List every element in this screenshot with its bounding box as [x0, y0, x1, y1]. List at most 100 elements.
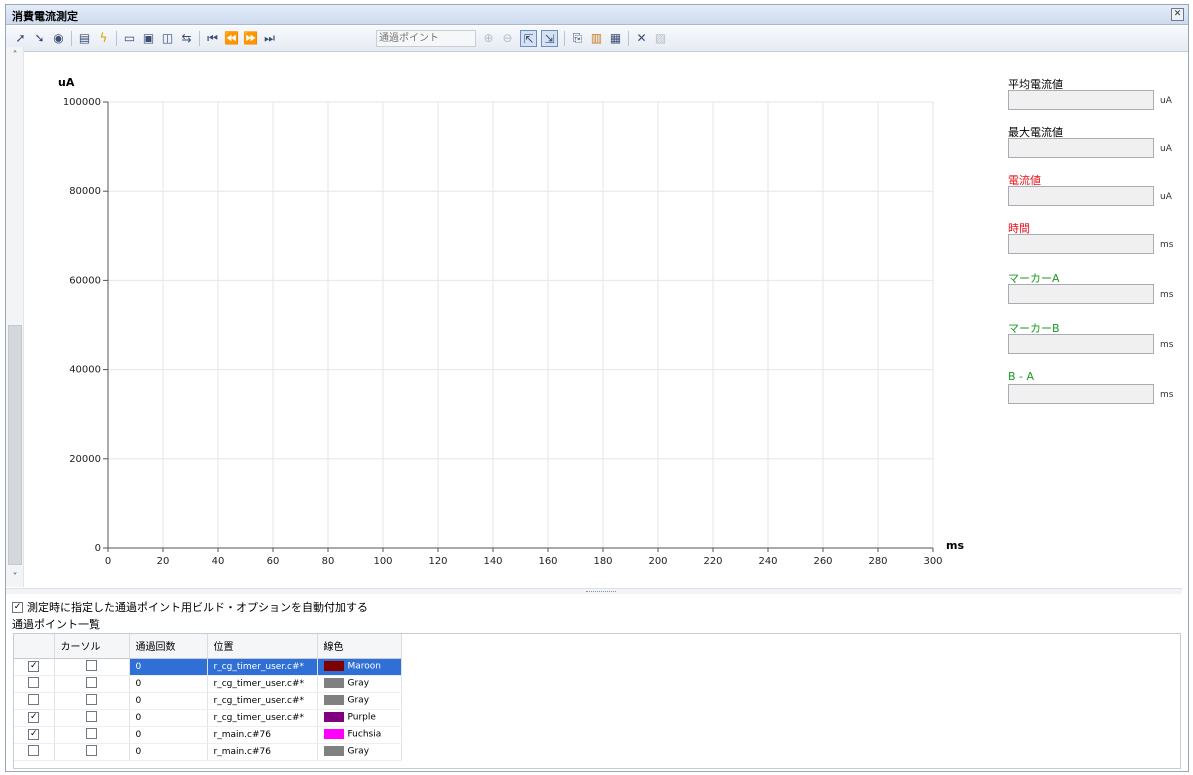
- cursor-checkbox[interactable]: [86, 744, 97, 756]
- record-icon[interactable]: ◉: [50, 30, 67, 47]
- avg-current-value: [1008, 90, 1154, 110]
- col-cursor-header[interactable]: カーソル: [54, 634, 130, 659]
- vertical-scrollbar[interactable]: ˄ ˅: [6, 47, 24, 587]
- zoom-out-icon[interactable]: ⊖: [499, 30, 516, 47]
- cursor-cell[interactable]: [54, 743, 130, 761]
- next-icon[interactable]: ⏩: [242, 30, 259, 47]
- table-row[interactable]: ✓ 0 r_cg_timer_user.c#* Purple: [14, 709, 402, 727]
- auto-add-label: 測定時に指定した通過ポイント用ビルド・オプションを自動付加する: [27, 601, 368, 614]
- position-cell: r_cg_timer_user.c#*: [207, 675, 318, 693]
- col-color-header[interactable]: 線色: [317, 634, 402, 659]
- color-cell[interactable]: Maroon: [317, 658, 402, 676]
- view2-icon[interactable]: ▣: [140, 30, 157, 47]
- last-icon[interactable]: ⏭: [261, 30, 278, 47]
- auto-add-option[interactable]: ✓ 測定時に指定した通過ポイント用ビルド・オプションを自動付加する: [12, 599, 368, 615]
- horizontal-splitter[interactable]: [6, 588, 1182, 594]
- y-tick-label: 20000: [69, 454, 101, 465]
- scroll-thumb[interactable]: [8, 325, 22, 565]
- x-tick-label: 20: [157, 556, 170, 567]
- prev-icon[interactable]: ⏪: [223, 30, 240, 47]
- clear-icon[interactable]: ✕: [633, 30, 650, 47]
- close-icon[interactable]: ✕: [1171, 8, 1184, 21]
- b-minus-a-unit: ms: [1160, 390, 1174, 400]
- enabled-checkbox[interactable]: ✓: [28, 661, 40, 672]
- color-name: Fuchsia: [347, 729, 382, 740]
- splitter-grip[interactable]: [586, 591, 616, 593]
- scroll-up-icon[interactable]: ˄: [6, 49, 24, 63]
- color-cell[interactable]: Fuchsia: [317, 726, 402, 744]
- cursor-cell[interactable]: [54, 692, 130, 710]
- color-cell[interactable]: Gray: [317, 675, 402, 693]
- cursor-icon[interactable]: ⇲: [541, 30, 558, 47]
- cursor-cell[interactable]: [54, 658, 130, 676]
- auto-add-checkbox[interactable]: ✓: [12, 601, 23, 613]
- zoom-in-icon[interactable]: ⊕: [480, 30, 497, 47]
- pass-points-title: 通過ポイント一覧: [12, 618, 100, 631]
- copy-icon[interactable]: ⎘: [569, 30, 586, 47]
- x-tick-label: 100: [373, 556, 392, 567]
- x-tick-label: 60: [267, 556, 280, 567]
- enabled-cell[interactable]: ✓: [14, 726, 55, 744]
- col-enabled-header[interactable]: [14, 634, 55, 659]
- enabled-checkbox[interactable]: [28, 693, 40, 705]
- run-icon[interactable]: ➚: [12, 30, 29, 47]
- time-unit: ms: [1160, 240, 1174, 250]
- stop-icon[interactable]: ➘: [31, 30, 48, 47]
- x-tick-label: 160: [538, 556, 557, 567]
- position-cell: r_cg_timer_user.c#*: [207, 658, 318, 676]
- enabled-cell[interactable]: [14, 692, 55, 710]
- table-row[interactable]: ✓ 0 r_main.c#76 Fuchsia: [14, 726, 402, 744]
- color-cell[interactable]: Gray: [317, 692, 402, 710]
- color-name: Purple: [347, 712, 376, 723]
- count-cell: 0: [129, 692, 208, 710]
- cursor-cell[interactable]: [54, 675, 130, 693]
- enabled-checkbox[interactable]: [28, 744, 40, 756]
- color-cell[interactable]: Purple: [317, 709, 402, 727]
- y-tick-label: 100000: [63, 97, 101, 108]
- pass-point-input[interactable]: [376, 30, 476, 47]
- position-cell: r_main.c#76: [207, 743, 318, 761]
- enabled-checkbox[interactable]: ✓: [28, 712, 40, 723]
- cursor-checkbox[interactable]: [86, 710, 97, 722]
- cursor-checkbox[interactable]: [86, 659, 97, 671]
- scroll-down-icon[interactable]: ˅: [6, 571, 24, 585]
- cursor-cell[interactable]: [54, 709, 130, 727]
- color-swatch: [323, 712, 344, 723]
- table-row[interactable]: ✓ 0 r_cg_timer_user.c#* Maroon: [14, 658, 402, 676]
- save-icon[interactable]: ▥: [588, 30, 605, 47]
- pointer-icon[interactable]: ⇱: [520, 30, 537, 47]
- avg-current-unit: uA: [1160, 96, 1172, 106]
- table-row[interactable]: 0 r_cg_timer_user.c#* Gray: [14, 692, 402, 710]
- count-cell: 0: [129, 709, 208, 727]
- col-position-header[interactable]: 位置: [207, 634, 318, 659]
- settings-icon[interactable]: ▤: [76, 30, 93, 47]
- enabled-checkbox[interactable]: [28, 676, 40, 688]
- pass-points-table: カーソル 通過回数 位置 線色 ✓ 0 r_cg_timer_user.c#* Mar…: [13, 633, 1181, 769]
- marker-a-value: [1008, 284, 1154, 304]
- first-icon[interactable]: ⏮: [204, 30, 221, 47]
- current-value: [1008, 186, 1154, 206]
- cursor-cell[interactable]: [54, 726, 130, 744]
- col-count-header[interactable]: 通過回数: [129, 634, 208, 659]
- cursor-checkbox[interactable]: [86, 727, 97, 739]
- color-cell[interactable]: Gray: [317, 743, 402, 761]
- enabled-cell[interactable]: [14, 743, 55, 761]
- cursor-checkbox[interactable]: [86, 676, 97, 688]
- print-icon[interactable]: ▦: [607, 30, 624, 47]
- view1-icon[interactable]: ▭: [121, 30, 138, 47]
- enabled-cell[interactable]: ✓: [14, 658, 55, 676]
- export-icon[interactable]: ▨: [652, 30, 669, 47]
- table-row[interactable]: 0 r_cg_timer_user.c#* Gray: [14, 675, 402, 693]
- title-bar: 消費電流測定 ✕: [6, 5, 1188, 25]
- cursor-checkbox[interactable]: [86, 693, 97, 705]
- enabled-checkbox[interactable]: ✓: [28, 729, 40, 740]
- trigger-icon[interactable]: ϟ: [95, 30, 112, 47]
- enabled-cell[interactable]: ✓: [14, 709, 55, 727]
- chart-svg: 0 20 40 60 80 100 120 140 160 180 200 220 240 260 280 3…: [63, 97, 943, 567]
- x-tick-label: 140: [483, 556, 502, 567]
- view3-icon[interactable]: ◫: [159, 30, 176, 47]
- color-swatch: [323, 661, 344, 672]
- enabled-cell[interactable]: [14, 675, 55, 693]
- table-row[interactable]: 0 r_main.c#76 Gray: [14, 743, 402, 761]
- link-icon[interactable]: ⇆: [178, 30, 195, 47]
